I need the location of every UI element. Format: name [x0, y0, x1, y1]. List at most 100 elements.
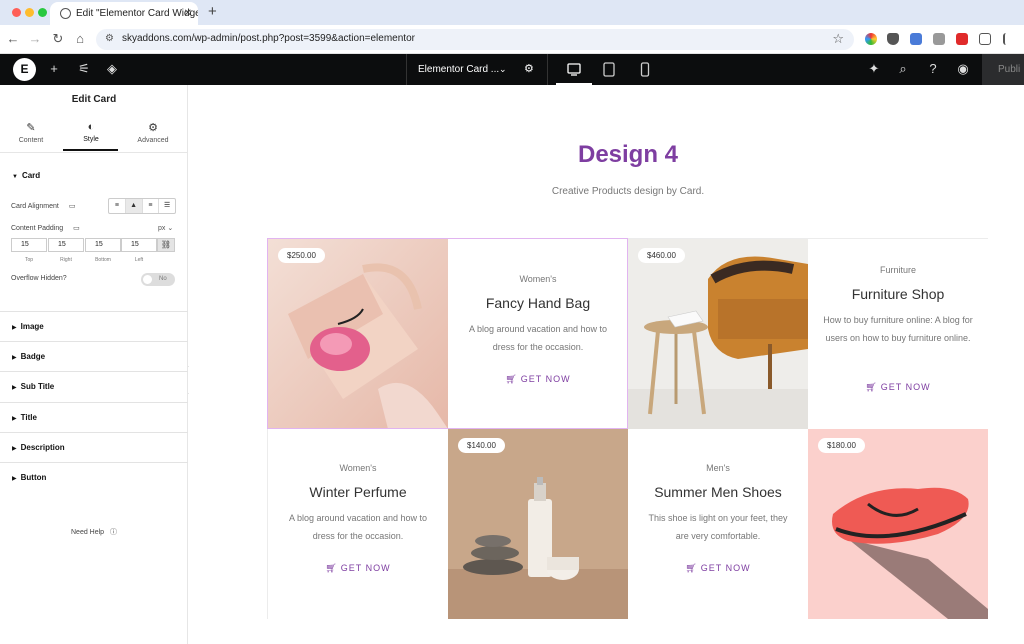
extension-color-icon[interactable]	[865, 33, 877, 45]
align-justify-button[interactable]: ☰	[159, 199, 175, 213]
caret-right-icon: ▶	[12, 355, 17, 361]
extension-photo-icon[interactable]	[933, 33, 945, 45]
back-icon[interactable]: ←	[5, 31, 21, 46]
chevron-down-icon: ⌄	[499, 64, 507, 74]
accordion-button[interactable]: ▶ Button	[0, 462, 188, 492]
accordion-badge[interactable]: ▶ Badge	[0, 341, 188, 371]
tab-style[interactable]: ◐ Style	[63, 121, 119, 143]
shoes-image	[808, 429, 988, 619]
mobile-icon	[640, 62, 650, 77]
close-tab-icon[interactable]: ✕	[184, 2, 192, 25]
card-image-furniture[interactable]: $460.00	[628, 239, 808, 429]
close-window-button[interactable]	[12, 8, 21, 17]
need-help-link[interactable]: Need Help ⓘ	[71, 527, 117, 537]
extension-red-icon[interactable]	[956, 33, 968, 45]
caret-right-icon: ▶	[12, 385, 17, 391]
tablet-icon	[603, 62, 615, 77]
mobile-view-button[interactable]	[627, 54, 663, 85]
card-title: Winter Perfume	[309, 484, 407, 500]
reload-icon[interactable]: ↻	[50, 31, 66, 47]
need-help-label: Need Help	[71, 529, 105, 536]
content-padding-text: Content Padding	[11, 225, 64, 232]
padding-left-input[interactable]: 15	[121, 238, 157, 252]
card-image-perfume[interactable]: $140.00	[448, 429, 628, 619]
card-title: Furniture Shop	[851, 286, 945, 302]
design-heading: Design 4	[577, 141, 679, 168]
get-now-button[interactable]: 🛒︎ GET NOW	[268, 563, 448, 574]
perfume-image	[448, 429, 628, 619]
minimize-window-button[interactable]	[25, 8, 34, 17]
add-element-icon[interactable]: +	[46, 61, 62, 77]
overflow-hidden-toggle[interactable]: No	[141, 273, 175, 286]
padding-caption-left: Left	[134, 257, 144, 263]
structure-icon[interactable]: ◈	[104, 61, 120, 77]
site-settings-icon[interactable]: ⚟	[76, 61, 92, 77]
accordion-badge-label: Badge	[20, 352, 46, 361]
content-padding-label: Content Padding ▭	[11, 224, 80, 232]
url-bar[interactable]: ⚙ skyaddons.com/wp-admin/post.php?post=3…	[96, 29, 854, 50]
new-tab-button[interactable]: +	[208, 3, 217, 20]
notifications-icon[interactable]: ✦	[866, 61, 882, 77]
section-card-header[interactable]: ▼ Card	[12, 171, 40, 180]
publish-button[interactable]: Publi	[982, 54, 1024, 85]
accordion-title[interactable]: ▶ Title	[0, 402, 188, 432]
padding-caption-top: Top	[24, 257, 34, 263]
extension-translate-icon[interactable]	[910, 33, 922, 45]
extensions-puzzle-icon[interactable]	[979, 33, 991, 45]
align-left-button[interactable]: ≡	[109, 199, 126, 213]
padding-right-input[interactable]: 15	[48, 238, 84, 252]
desktop-view-button[interactable]	[556, 54, 592, 85]
bookmark-star-icon[interactable]: ☆	[832, 31, 844, 47]
search-icon[interactable]: ⌕	[895, 61, 911, 77]
tablet-view-button[interactable]	[591, 54, 627, 85]
get-now-button[interactable]: 🛒︎ GET NOW	[628, 563, 808, 574]
help-circle-icon: ⓘ	[110, 529, 118, 536]
card-category: Men's	[706, 463, 730, 473]
responsive-desktop-icon[interactable]: ▭	[73, 225, 80, 232]
help-icon[interactable]: ?	[925, 61, 941, 77]
card-image-shoes[interactable]: $180.00	[808, 429, 988, 619]
align-right-button[interactable]: ≡	[143, 199, 160, 213]
caret-right-icon: ▶	[12, 446, 17, 452]
link-values-icon[interactable]: ⛓	[157, 238, 175, 252]
panel-title: Edit Card	[71, 94, 117, 105]
browser-tab-bar: Edit "Elementor Card Widget" ✕ +	[0, 0, 1024, 25]
home-icon[interactable]: ⌂	[72, 31, 88, 46]
align-center-button[interactable]: ▲	[125, 199, 143, 213]
elementor-logo-icon[interactable]: E	[13, 58, 36, 81]
responsive-desktop-icon[interactable]: ▭	[69, 203, 76, 210]
address-bar-row: ← → ↻ ⌂ ⚙ skyaddons.com/wp-admin/post.ph…	[0, 25, 1024, 54]
accordion-image[interactable]: ▶ Image	[0, 311, 188, 341]
extension-shield-icon[interactable]	[887, 33, 899, 45]
price-badge: $180.00	[818, 438, 865, 453]
forward-icon[interactable]: →	[27, 31, 43, 46]
caret-right-icon: ▶	[12, 416, 17, 422]
accordion-button-label: Button	[20, 473, 47, 482]
selected-card-outline	[267, 238, 628, 429]
caret-down-icon: ▼	[12, 174, 18, 180]
furniture-image	[628, 239, 808, 429]
overflow-hidden-label: Overflow Hidden?	[11, 275, 67, 282]
site-info-icon[interactable]: ⚙	[105, 33, 114, 44]
padding-bottom-input[interactable]: 15	[85, 238, 121, 252]
card-alignment-text: Card Alignment	[11, 203, 59, 210]
pin-icon[interactable]	[1003, 33, 1015, 45]
cart-icon: 🛒︎	[865, 382, 878, 392]
price-badge: $140.00	[458, 438, 505, 453]
preview-eye-icon[interactable]: ◉	[955, 61, 971, 77]
document-title-menu[interactable]: Elementor Card ... ⌄ ⚙	[406, 54, 548, 85]
page-settings-icon[interactable]: ⚙	[524, 54, 534, 85]
browser-tab[interactable]: Edit "Elementor Card Widget" ✕	[50, 2, 198, 25]
get-now-button[interactable]: 🛒︎ GET NOW	[808, 382, 988, 393]
elementor-top-bar: E + ⚟ ◈ Elementor Card ... ⌄ ⚙ ✦ ⌕ ? ◉ P…	[0, 54, 1024, 85]
caret-right-icon: ▶	[12, 476, 17, 482]
get-now-label: GET NOW	[880, 382, 931, 392]
accordion-sub-title[interactable]: ▶ Sub Title	[0, 371, 188, 401]
url-text: skyaddons.com/wp-admin/post.php?post=359…	[122, 33, 415, 44]
gear-icon: ⚙	[148, 122, 158, 134]
accordion-description[interactable]: ▶ Description	[0, 432, 188, 462]
card-alignment-label: Card Alignment ▭	[11, 202, 75, 210]
padding-top-input[interactable]: 15	[11, 238, 47, 252]
maximize-window-button[interactable]	[38, 8, 47, 17]
padding-unit-select[interactable]: px ⌄	[158, 224, 173, 232]
